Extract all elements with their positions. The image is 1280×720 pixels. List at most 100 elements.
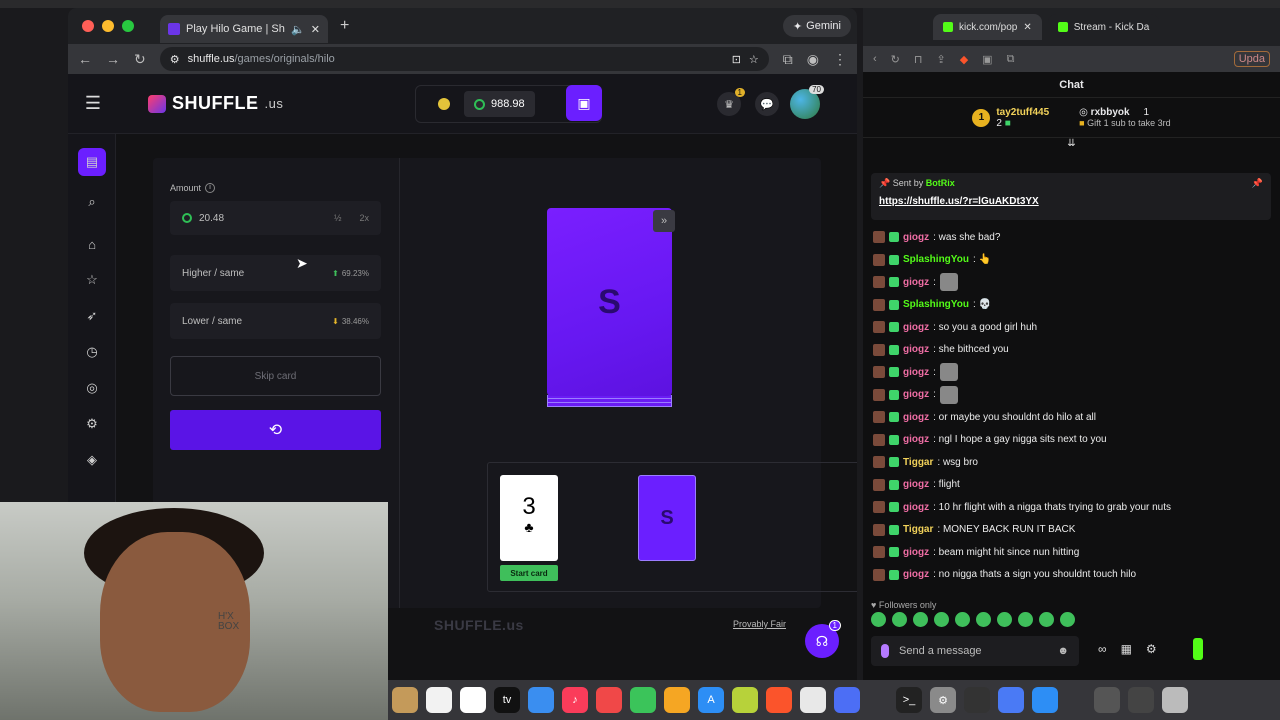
- bot-name[interactable]: BotRix: [926, 178, 955, 188]
- chat-username[interactable]: SplashingYou: [903, 299, 969, 310]
- bookmark-star-icon[interactable]: ☆: [749, 53, 759, 66]
- infinity-icon[interactable]: ∞: [1098, 642, 1107, 656]
- emote-icon[interactable]: [997, 612, 1012, 627]
- chat-username[interactable]: giogz: [903, 434, 929, 445]
- freeform-app-icon[interactable]: [460, 687, 486, 713]
- live-casino-icon[interactable]: ◎: [80, 376, 104, 400]
- extensions-icon[interactable]: ⧉: [1007, 53, 1015, 66]
- chat-username[interactable]: SplashingYou: [903, 254, 969, 265]
- address-bar[interactable]: ⚙ shuffle.us/games/originals/hilo ⊡ ☆: [159, 47, 769, 71]
- store-icon[interactable]: ▦: [1121, 642, 1132, 656]
- settings-gear-icon[interactable]: ⚙: [80, 412, 104, 436]
- amount-input[interactable]: 20.48 ½ 2x: [170, 201, 381, 235]
- update-button[interactable]: Upda: [1233, 51, 1270, 67]
- notes-app-icon[interactable]: [392, 687, 418, 713]
- history-clock-icon[interactable]: ◷: [80, 340, 104, 364]
- collapse-icon[interactable]: ⇊: [863, 138, 1280, 149]
- half-bet-button[interactable]: ½: [334, 213, 342, 223]
- emote-icon[interactable]: [934, 612, 949, 627]
- chat-username[interactable]: Tiggar: [903, 457, 933, 468]
- gifter-1[interactable]: 1 tay2tuff445 2 ■: [972, 107, 1049, 129]
- emoji-icon[interactable]: ☻: [1057, 645, 1069, 657]
- close-tab-icon[interactable]: ✕: [1023, 22, 1031, 33]
- game-controller-icon[interactable]: ◈: [80, 448, 104, 472]
- gifter-2[interactable]: ◎ rxbbyok 1 ■ Gift 1 sub to take 3rd: [1079, 107, 1171, 128]
- originals-rail-icon[interactable]: ▤: [78, 148, 106, 176]
- chat-username[interactable]: giogz: [903, 569, 929, 580]
- speaker-icon[interactable]: 🔈: [291, 23, 305, 36]
- files-stack-icon[interactable]: [1128, 687, 1154, 713]
- news-app-icon[interactable]: [596, 687, 622, 713]
- support-button[interactable]: ☊ 1: [805, 620, 841, 658]
- rewards-button[interactable]: ♛ 1: [717, 88, 745, 116]
- message-input[interactable]: Send a message ☻: [871, 636, 1079, 666]
- terminal-app-icon[interactable]: >_: [896, 687, 922, 713]
- chatgpt-app-icon[interactable]: [964, 687, 990, 713]
- shuffle-logo[interactable]: SHUFFLE .us: [148, 93, 283, 114]
- pages-app-icon[interactable]: [664, 687, 690, 713]
- chat-username[interactable]: Tiggar: [903, 524, 933, 535]
- trash-icon[interactable]: [1162, 687, 1188, 713]
- reload-icon[interactable]: ↻: [891, 53, 900, 66]
- wallet-button[interactable]: ▣: [566, 85, 602, 121]
- tab-stream[interactable]: Stream - Kick Da: [1047, 14, 1160, 40]
- app-store-icon[interactable]: A: [698, 687, 724, 713]
- chat-username[interactable]: giogz: [903, 344, 929, 355]
- brave-shield-icon[interactable]: ◆: [960, 53, 968, 66]
- bet-button[interactable]: ⟲: [170, 410, 381, 450]
- extensions-icon[interactable]: ⧉: [783, 51, 793, 68]
- chat-username[interactable]: giogz: [903, 322, 929, 333]
- gemini-button[interactable]: ✦ Gemini: [782, 15, 851, 37]
- emote-icon[interactable]: [1039, 612, 1054, 627]
- chat-username[interactable]: giogz: [903, 547, 929, 558]
- info-icon[interactable]: i: [205, 183, 216, 193]
- numbers-app-icon[interactable]: [630, 687, 656, 713]
- lower-same-button[interactable]: Lower / same ⬇ 38.46%: [170, 303, 381, 339]
- favorites-star-icon[interactable]: ☆: [80, 268, 104, 292]
- downloads-stack-icon[interactable]: [1094, 687, 1120, 713]
- profile-icon[interactable]: ◉: [807, 51, 819, 68]
- vpn-app-icon[interactable]: [998, 687, 1024, 713]
- menu-kebab-icon[interactable]: ⋮: [833, 51, 847, 68]
- rocket-icon[interactable]: ➶: [80, 304, 104, 328]
- skip-card-button[interactable]: Skip card: [170, 356, 381, 396]
- bookmark-icon[interactable]: ⊓: [914, 53, 923, 66]
- brave-browser-icon[interactable]: [766, 687, 792, 713]
- chat-username[interactable]: giogz: [903, 502, 929, 513]
- chat-username[interactable]: giogz: [903, 367, 929, 378]
- forward-icon[interactable]: →: [106, 51, 120, 67]
- emote-icon[interactable]: [976, 612, 991, 627]
- emote-icon[interactable]: [1060, 612, 1075, 627]
- back-icon[interactable]: ←: [78, 51, 92, 67]
- higher-same-button[interactable]: Higher / same ⬆ 69.23%: [170, 255, 381, 291]
- emote-icon[interactable]: [955, 612, 970, 627]
- balance-box[interactable]: 988.98: [464, 91, 535, 117]
- emote-icon[interactable]: [913, 612, 928, 627]
- maximize-window-button[interactable]: [122, 20, 134, 32]
- xcode-app-icon[interactable]: [1032, 687, 1058, 713]
- system-settings-icon[interactable]: ⚙: [930, 687, 956, 713]
- new-tab-button[interactable]: +: [340, 17, 349, 35]
- emote-icon[interactable]: [871, 612, 886, 627]
- reminders-app-icon[interactable]: [426, 687, 452, 713]
- unpin-icon[interactable]: 📌: [1252, 178, 1263, 189]
- back-icon[interactable]: ‹: [873, 53, 877, 65]
- chat-button[interactable]: 💬: [755, 92, 779, 116]
- bitwarden-app-icon[interactable]: [834, 687, 860, 713]
- close-window-button[interactable]: [82, 20, 94, 32]
- keynote-app-icon[interactable]: [528, 687, 554, 713]
- chat-username[interactable]: giogz: [903, 232, 929, 243]
- wallet-icon[interactable]: ▣: [982, 53, 992, 66]
- skip-arrow-button[interactable]: »: [653, 210, 675, 232]
- pinned-link[interactable]: https://shuffle.us/?r=lGuAKDt3YX: [879, 196, 1263, 207]
- music-app-icon[interactable]: ♪: [562, 687, 588, 713]
- chat-username[interactable]: giogz: [903, 277, 929, 288]
- share-icon[interactable]: ⇪: [936, 53, 945, 66]
- user-avatar[interactable]: 70: [790, 85, 824, 119]
- double-bet-button[interactable]: 2x: [359, 213, 369, 223]
- emote-icon[interactable]: [1018, 612, 1033, 627]
- tab-hilo[interactable]: Play Hilo Game | Shuffle.us 🔈 ✕: [160, 15, 328, 43]
- reload-icon[interactable]: ↻: [134, 51, 146, 68]
- mic-icon[interactable]: [881, 644, 889, 658]
- minimize-window-button[interactable]: [102, 20, 114, 32]
